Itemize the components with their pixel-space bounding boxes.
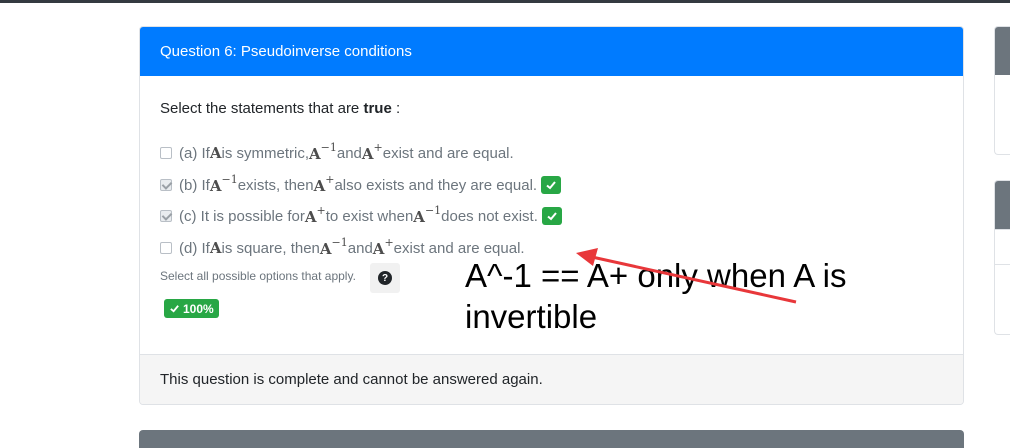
score-badge: 100%: [164, 299, 219, 318]
option-d-checkbox[interactable]: [160, 242, 172, 254]
option-c[interactable]: (c) It is possible for A+ to exist when …: [160, 204, 562, 227]
question-footer: This question is complete and cannot be …: [140, 354, 963, 404]
side-card-2: [994, 180, 1010, 335]
annotation-text: A^-1 == A+ only when A is invertible: [465, 257, 847, 335]
question-title: Question 6: Pseudoinverse conditions: [160, 43, 412, 60]
option-a[interactable]: (a) If A is symmetric, A−1 and A+ exist …: [160, 141, 514, 164]
side-card-1: [994, 26, 1010, 155]
prompt-emphasis: true: [363, 100, 392, 117]
check-icon: [170, 305, 179, 313]
question-prompt: Select the statements that are true :: [160, 100, 401, 117]
help-button[interactable]: ?: [370, 263, 400, 293]
help-text: Select all possible options that apply.: [160, 269, 356, 283]
option-b-checkbox[interactable]: [160, 179, 172, 191]
question-card: Question 6: Pseudoinverse conditions Sel…: [139, 26, 964, 405]
option-c-checkbox[interactable]: [160, 210, 172, 222]
option-b[interactable]: (b) If A−1 exists, then A+ also exists a…: [160, 173, 562, 196]
footer-text: This question is complete and cannot be …: [160, 371, 543, 388]
question-circle-icon: ?: [378, 271, 392, 285]
correct-check-icon: [541, 176, 562, 194]
option-a-checkbox[interactable]: [160, 147, 172, 159]
top-border: [0, 0, 1010, 3]
question-header: Question 6: Pseudoinverse conditions: [140, 27, 963, 76]
correct-check-icon: [541, 207, 562, 225]
next-question-card: [139, 430, 964, 448]
